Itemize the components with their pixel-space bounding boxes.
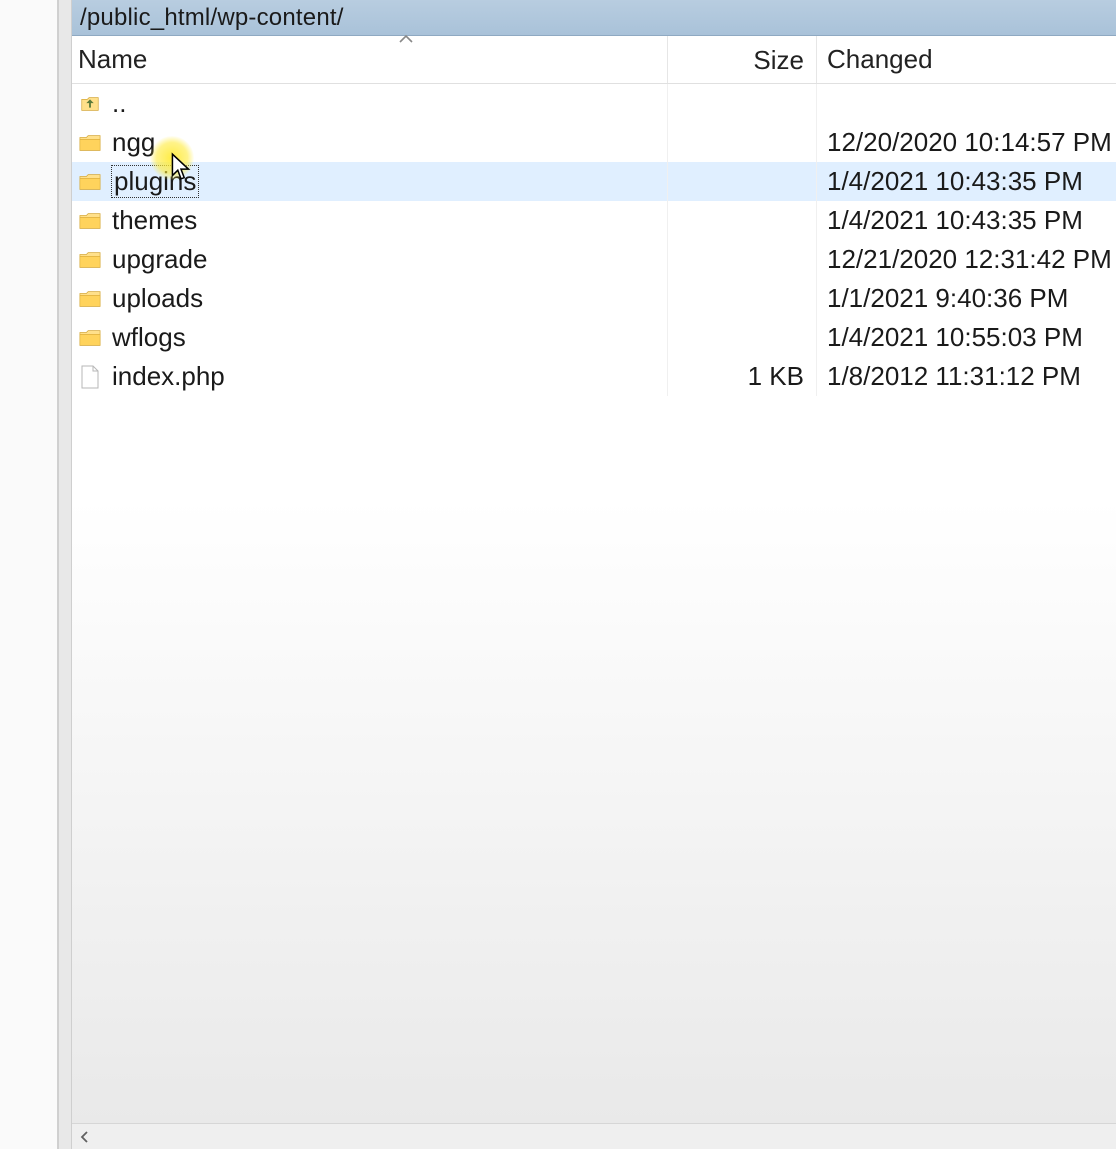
folder-icon — [78, 325, 102, 351]
folder-up-icon — [78, 91, 102, 117]
parent-directory-row[interactable]: .. — [72, 84, 1116, 123]
name-cell: ngg — [72, 123, 667, 162]
file-list[interactable]: .. ngg 12/20/2020 10:14:57 PM plugins 1/4/2… — [72, 84, 1116, 1123]
changed-cell: 1/4/2021 10:55:03 PM — [817, 322, 1116, 353]
size-cell — [667, 123, 817, 162]
changed-cell: 12/20/2020 10:14:57 PM — [817, 127, 1116, 158]
folder-icon — [78, 169, 102, 195]
file-icon — [78, 364, 102, 390]
column-header-size[interactable]: Size — [667, 36, 817, 83]
left-panel-gutter — [0, 0, 58, 1149]
changed-cell: 1/4/2021 10:43:35 PM — [817, 205, 1116, 236]
item-name: uploads — [112, 283, 203, 314]
parent-dir-label: .. — [112, 88, 126, 119]
name-cell: themes — [72, 201, 667, 240]
name-cell: .. — [72, 84, 667, 123]
folder-row[interactable]: upgrade 12/21/2020 12:31:42 PM — [72, 240, 1116, 279]
path-bar[interactable]: /public_html/wp-content/ — [72, 0, 1116, 36]
sort-ascending-icon — [398, 34, 414, 44]
folder-icon — [78, 208, 102, 234]
folder-icon — [78, 130, 102, 156]
item-name: themes — [112, 205, 197, 236]
file-row[interactable]: index.php 1 KB1/8/2012 11:31:12 PM — [72, 357, 1116, 396]
folder-icon — [78, 286, 102, 312]
changed-cell: 1/4/2021 10:43:35 PM — [817, 166, 1116, 197]
size-cell — [667, 240, 817, 279]
folder-row[interactable]: plugins 1/4/2021 10:43:35 PM — [72, 162, 1116, 201]
horizontal-scrollbar[interactable] — [72, 1123, 1116, 1149]
size-cell — [667, 162, 817, 201]
item-name: ngg — [112, 127, 155, 158]
size-cell — [667, 279, 817, 318]
item-name: wflogs — [112, 322, 186, 353]
name-cell: plugins — [72, 162, 667, 201]
file-list-panel: /public_html/wp-content/ Name Size Chang… — [72, 0, 1116, 1149]
column-header-changed[interactable]: Changed — [817, 44, 1116, 75]
size-cell — [667, 201, 817, 240]
size-cell: 1 KB — [667, 357, 817, 396]
name-cell: upgrade — [72, 240, 667, 279]
file-manager-window: /public_html/wp-content/ Name Size Chang… — [0, 0, 1116, 1149]
changed-cell: 12/21/2020 12:31:42 PM — [817, 244, 1116, 275]
folder-icon — [78, 247, 102, 273]
item-name: upgrade — [112, 244, 207, 275]
folder-row[interactable]: wflogs 1/4/2021 10:55:03 PM — [72, 318, 1116, 357]
folder-row[interactable]: uploads 1/1/2021 9:40:36 PM — [72, 279, 1116, 318]
folder-row[interactable]: ngg 12/20/2020 10:14:57 PM — [72, 123, 1116, 162]
changed-cell: 1/1/2021 9:40:36 PM — [817, 283, 1116, 314]
name-cell: index.php — [72, 357, 667, 396]
name-cell: uploads — [72, 279, 667, 318]
item-name: plugins — [112, 166, 198, 197]
name-cell: wflogs — [72, 318, 667, 357]
changed-cell: 1/8/2012 11:31:12 PM — [817, 361, 1116, 392]
size-cell — [667, 84, 817, 123]
column-header-name[interactable]: Name — [72, 44, 667, 75]
item-name: index.php — [112, 361, 225, 392]
panel-splitter[interactable] — [58, 0, 72, 1149]
scroll-left-icon[interactable] — [72, 1124, 98, 1149]
folder-row[interactable]: themes 1/4/2021 10:43:35 PM — [72, 201, 1116, 240]
column-header-row: Name Size Changed — [72, 36, 1116, 84]
size-cell — [667, 318, 817, 357]
